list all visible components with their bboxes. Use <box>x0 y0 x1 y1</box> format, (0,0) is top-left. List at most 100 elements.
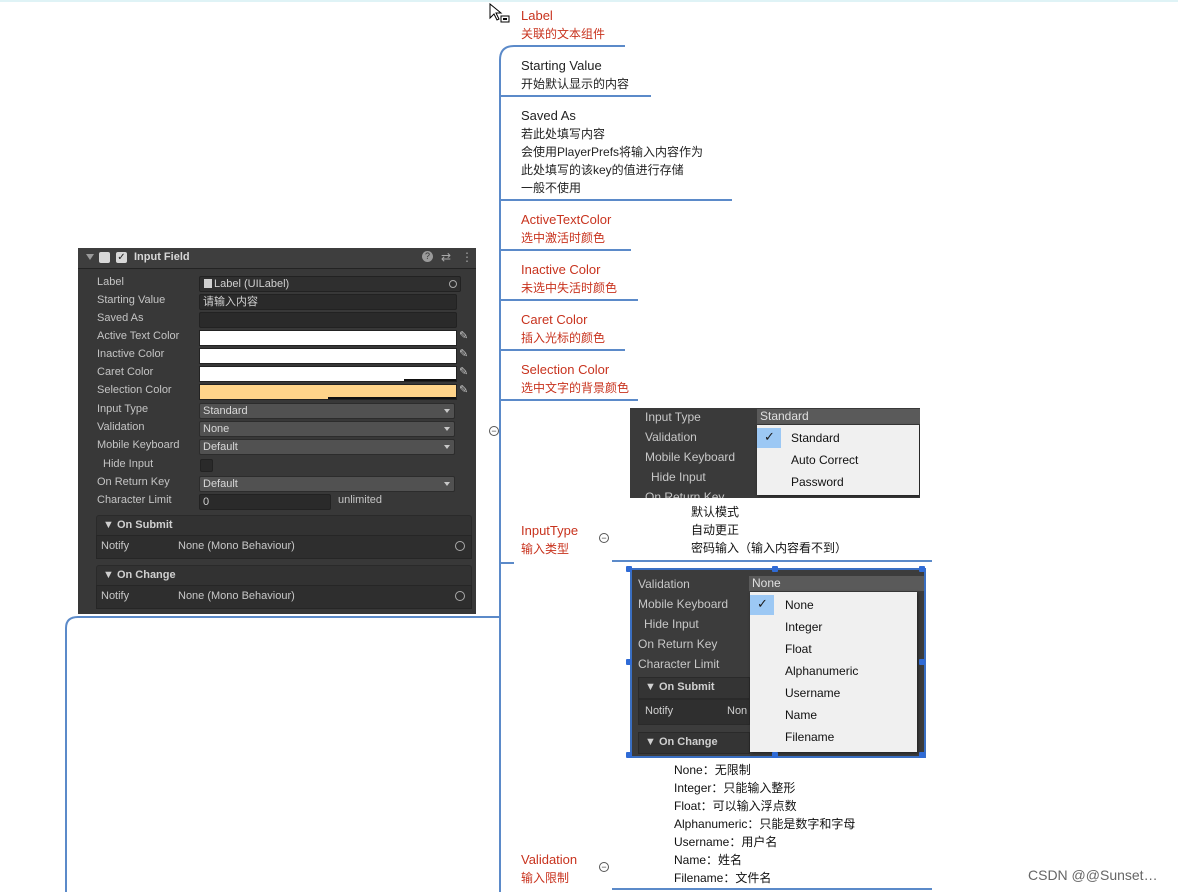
menu-item-float[interactable]: Float <box>750 639 917 659</box>
menu-item-auto-correct[interactable]: Auto Correct <box>757 450 919 470</box>
menu-item-label: Username <box>785 686 841 700</box>
field-name: Validation <box>638 577 690 591</box>
input-type-menu: Standard Auto Correct Password <box>757 425 919 495</box>
mobile-keyboard-dropdown[interactable]: Default <box>199 439 455 455</box>
on-change-header[interactable]: ▼ On Change <box>638 732 750 754</box>
on-change-header[interactable]: ▼ On Change <box>96 565 472 586</box>
node-starting-value: Starting Value 开始默认显示的内容 <box>521 57 629 93</box>
resize-handle[interactable] <box>919 566 925 572</box>
collapse-toggle-icon[interactable]: − <box>599 862 609 872</box>
field-name: Validation <box>645 430 697 444</box>
row-on-return-key: On Return Key Default <box>78 474 476 492</box>
hide-input-checkbox[interactable] <box>200 459 213 472</box>
caret-color-swatch[interactable] <box>199 366 457 382</box>
resize-handle[interactable] <box>626 752 632 758</box>
notify-target[interactable]: None (Mono Behaviour) <box>178 540 295 552</box>
validation-dropdown[interactable]: None <box>199 421 455 437</box>
collapse-toggle-icon[interactable]: − <box>599 533 609 543</box>
help-icon[interactable]: ? <box>422 251 433 262</box>
resize-handle[interactable] <box>919 752 925 758</box>
notify-target[interactable]: None (Mono Behaviour) <box>178 590 295 602</box>
notify-label: Notify <box>645 705 674 717</box>
field-name: Character Limit <box>97 494 172 506</box>
notify-label: Notify <box>101 590 130 602</box>
eyedropper-icon[interactable]: ✎ <box>459 348 471 360</box>
enabled-checkbox[interactable]: ✓ <box>116 252 127 263</box>
menu-item-label: Float <box>785 642 812 656</box>
more-options-icon[interactable]: ⋮ <box>461 250 473 264</box>
object-picker-icon[interactable] <box>449 280 457 288</box>
saved-as-input[interactable] <box>199 312 457 328</box>
menu-item-integer[interactable]: Integer <box>750 617 917 637</box>
menu-item-filename[interactable]: Filename <box>750 727 917 747</box>
label-object-field[interactable]: Label (UILabel) <box>199 276 461 292</box>
eyedropper-icon[interactable]: ✎ <box>459 330 471 342</box>
resize-handle[interactable] <box>626 566 632 572</box>
node-title: Label <box>521 8 553 23</box>
node-title: Validation <box>521 852 578 867</box>
event-title: ▼ On Change <box>103 569 176 581</box>
selection-color-swatch[interactable] <box>199 384 457 400</box>
row-active-text-color: Active Text Color ✎ <box>78 328 476 346</box>
row-selection-color: Selection Color ✎ <box>78 382 476 400</box>
object-picker-icon[interactable] <box>455 591 465 601</box>
input-type-dropdown[interactable]: Standard <box>199 403 455 419</box>
resize-handle[interactable] <box>626 659 632 665</box>
on-submit-header[interactable]: ▼ On Submit <box>96 515 472 536</box>
eyedropper-icon[interactable]: ✎ <box>459 384 471 396</box>
inactive-color-swatch[interactable] <box>199 348 457 364</box>
on-return-key-dropdown[interactable]: Default <box>199 476 455 492</box>
resize-handle[interactable] <box>772 752 778 758</box>
node-desc: 会使用PlayerPrefs将输入内容作为 <box>521 145 704 159</box>
character-limit-input[interactable]: 0 <box>199 494 331 510</box>
validation-dropdown[interactable]: None <box>749 576 924 591</box>
validation-popup: Validation Mobile Keyboard Hide Input On… <box>630 568 926 758</box>
node-underline <box>514 95 651 97</box>
resize-handle[interactable] <box>772 566 778 572</box>
field-name: Selection Color <box>97 384 172 396</box>
object-picker-icon[interactable] <box>455 541 465 551</box>
foldout-arrow-icon[interactable] <box>86 254 94 260</box>
node-selection-color: Selection Color 选中文字的背景颜色 <box>521 361 629 397</box>
node-title: ActiveTextColor <box>521 212 612 227</box>
row-character-limit: Character Limit 0 unlimited <box>78 492 476 510</box>
chevron-down-icon <box>444 482 450 486</box>
menu-item-standard[interactable]: Standard <box>757 428 919 448</box>
field-name: Label <box>97 276 124 288</box>
collapse-toggle-icon[interactable]: − <box>489 426 499 436</box>
menu-item-label: Alphanumeric <box>785 664 859 678</box>
menu-item-alphanumeric[interactable]: Alphanumeric <box>750 661 917 681</box>
object-value: Label (UILabel) <box>204 277 289 291</box>
on-submit-header[interactable]: ▼ On Submit <box>638 677 750 699</box>
eyedropper-icon[interactable]: ✎ <box>459 366 471 378</box>
input-type-dropdown[interactable]: Standard <box>757 409 920 424</box>
field-name: Inactive Color <box>97 348 165 360</box>
presets-icon[interactable]: ⇄ <box>441 250 451 264</box>
field-name: On Return Key <box>97 476 170 488</box>
menu-item-password[interactable]: Password <box>757 472 919 492</box>
menu-item-username[interactable]: Username <box>750 683 917 703</box>
resize-handle[interactable] <box>919 659 925 665</box>
row-starting-value: Starting Value 请输入内容 <box>78 292 476 310</box>
field-name: Mobile Keyboard <box>638 597 729 611</box>
node-active-text-color: ActiveTextColor 选中激活时颜色 <box>521 211 611 247</box>
starting-value-input[interactable]: 请输入内容 <box>199 294 457 310</box>
note-line: 默认模式 <box>691 505 740 519</box>
active-text-color-swatch[interactable] <box>199 330 457 346</box>
field-name: Character Limit <box>638 657 720 671</box>
menu-item-label: Integer <box>785 620 823 634</box>
component-header[interactable]: ✓ Input Field ? ⇄ ⋮ <box>78 248 476 269</box>
row-validation: Validation None <box>78 419 476 437</box>
menu-item-name[interactable]: Name <box>750 705 917 725</box>
field-name: Hide Input <box>651 470 706 484</box>
watermark: CSDN @@Sunset… <box>1028 867 1158 883</box>
node-validation: Validation 输入限制 <box>521 851 577 887</box>
row-hide-input: Hide Input <box>78 456 476 474</box>
row-inactive-color: Inactive Color ✎ <box>78 346 476 364</box>
field-name: Caret Color <box>97 366 154 378</box>
menu-item-none[interactable]: None <box>750 595 917 615</box>
event-title: ▼ On Submit <box>645 681 715 693</box>
row-saved-as: Saved As <box>78 310 476 328</box>
node-saved-as: Saved As 若此处填写内容 会使用PlayerPrefs将输入内容作为 此… <box>521 107 703 197</box>
row-input-type: Input Type Standard <box>78 401 476 419</box>
